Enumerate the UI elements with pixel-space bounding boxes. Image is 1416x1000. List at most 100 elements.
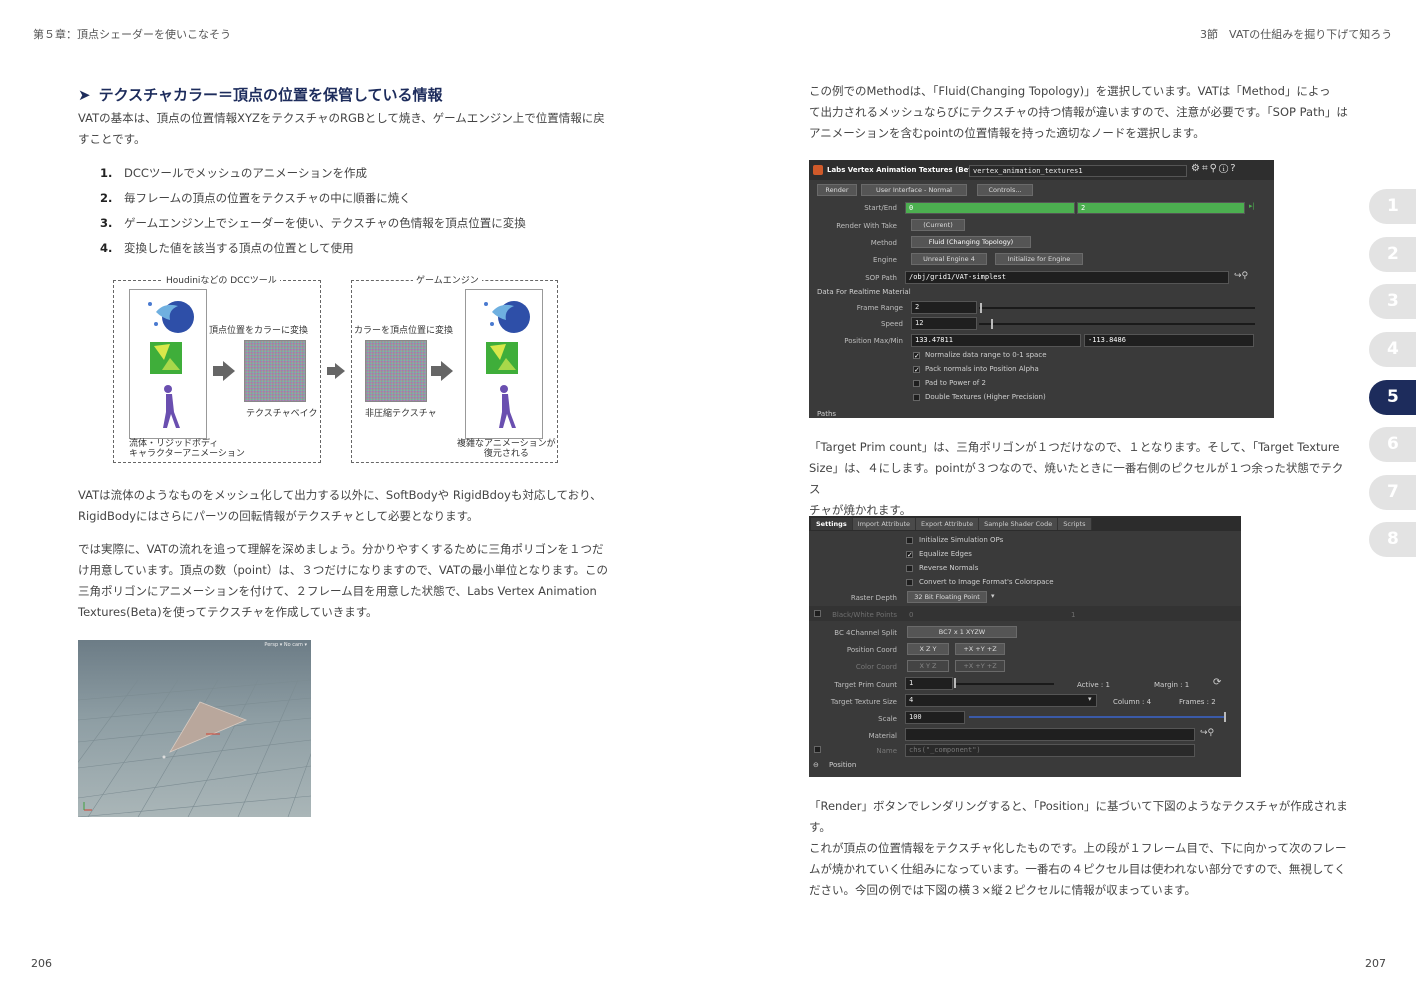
softbody-paragraph: VATは流体のようなものをメッシュ化して出力する以外に、SoftBodyや Ri… bbox=[78, 485, 618, 527]
node-chooser-icon[interactable]: ↪⚲ bbox=[1234, 271, 1248, 281]
chapter-tab-4[interactable]: 4 bbox=[1369, 332, 1416, 367]
frame-range-toggle-icon[interactable]: ▸| bbox=[1249, 202, 1255, 210]
reverse-normals-checkbox[interactable] bbox=[906, 565, 913, 572]
material-label: Material bbox=[868, 732, 897, 740]
heading-arrow-icon: ➤ bbox=[78, 85, 91, 104]
frame-range-slider-handle[interactable] bbox=[980, 303, 982, 313]
speed-field[interactable]: 12 bbox=[911, 317, 977, 330]
material-field[interactable] bbox=[905, 728, 1195, 741]
position-coord-order-dropdown[interactable]: X Z Y bbox=[907, 643, 949, 655]
color-coord-order-dropdown[interactable]: X Y Z bbox=[907, 660, 949, 672]
list-item: 2. 毎フレームの頂点の位置をテクスチャの中に順番に焼く bbox=[100, 185, 526, 210]
normalize-checkbox[interactable]: ✓ bbox=[913, 352, 920, 360]
speed-slider[interactable] bbox=[979, 323, 1255, 325]
render-with-take-label: Render With Take bbox=[836, 222, 897, 230]
ui-mode-dropdown[interactable]: User Interface - Normal bbox=[861, 184, 967, 196]
target-texture-size-field[interactable]: 4 bbox=[905, 694, 1097, 707]
node-name-field[interactable]: vertex_animation_textures1 bbox=[969, 165, 1187, 177]
result-animation-art bbox=[484, 301, 530, 428]
position-section-toggle-icon[interactable]: ⊖ bbox=[813, 761, 819, 769]
chapter-tab-3[interactable]: 3 bbox=[1369, 284, 1416, 319]
initialize-for-engine-button[interactable]: Initialize for Engine bbox=[995, 253, 1083, 265]
list-item: 3. ゲームエンジン上でシェーダーを使い、テクスチャの色情報を頂点位置に変換 bbox=[100, 210, 526, 235]
pack-normals-checkbox-label: Pack normals into Position Alpha bbox=[925, 365, 1039, 373]
column-count-text: Column : 4 bbox=[1113, 698, 1152, 706]
target-prim-slider[interactable] bbox=[954, 683, 1054, 685]
name-field[interactable]: chs("_component") bbox=[905, 744, 1195, 757]
result-caption-line: 復元される bbox=[483, 449, 529, 459]
houdini-viewport-screenshot: Persp ▾ No cam ▾ bbox=[78, 640, 311, 817]
speed-slider-handle[interactable] bbox=[991, 319, 993, 329]
position-max-field[interactable]: 133.47811 bbox=[911, 334, 1081, 347]
paths-section: Paths bbox=[817, 410, 837, 418]
target-prim-count-field[interactable]: 1 bbox=[905, 677, 953, 690]
to-color-label: 頂点位置をカラーに変換 bbox=[209, 326, 309, 336]
sop-path-field[interactable]: /obj/grid1/VAT-simplest bbox=[905, 271, 1229, 284]
section-heading: ➤ テクスチャカラー＝頂点の位置を保管している情報 bbox=[78, 84, 443, 105]
bw-points-value2: 1 bbox=[1071, 611, 1076, 619]
refresh-icon[interactable]: ⟳ bbox=[1213, 677, 1221, 688]
scale-field[interactable]: 100 bbox=[905, 711, 965, 724]
scale-slider-handle[interactable] bbox=[1224, 712, 1226, 722]
render-paragraph: 「Render」ボタンでレンダリングすると、「Position」に基づいて下図の… bbox=[809, 796, 1354, 901]
target-prim-slider-handle[interactable] bbox=[954, 678, 956, 688]
paragraph-line: VATは流体のようなものをメッシュ化して出力する以外に、SoftBodyや Ri… bbox=[78, 488, 602, 502]
paragraph-line: RigidBodyにはさらにパーツの回転情報がテクスチャとして必要となります。 bbox=[78, 509, 479, 523]
result-caption-line: 複雑なアニメーションが bbox=[457, 439, 556, 449]
render-with-take-dropdown[interactable]: (Current) bbox=[911, 219, 965, 231]
pad-power-of-2-checkbox[interactable] bbox=[913, 380, 920, 387]
viewport-camera-label: Persp ▾ No cam ▾ bbox=[264, 642, 307, 648]
target-texture-size-dropdown-icon[interactable]: ▾ bbox=[1088, 695, 1092, 703]
chapter-tab-5[interactable]: 5 bbox=[1369, 380, 1416, 415]
baked-texture-image bbox=[244, 340, 306, 402]
raster-depth-dropdown[interactable]: 32 Bit Floating Point bbox=[907, 591, 987, 603]
section-heading-text: テクスチャカラー＝頂点の位置を保管している情報 bbox=[98, 86, 443, 104]
source-animation-panel bbox=[129, 289, 207, 439]
chapter-tab-2[interactable]: 2 bbox=[1369, 237, 1416, 272]
tab-import-attribute[interactable]: Import Attribute bbox=[852, 518, 917, 530]
step-text: ゲームエンジン上でシェーダーを使い、テクスチャの色情報を頂点位置に変換 bbox=[124, 215, 526, 230]
render-button[interactable]: Render bbox=[817, 184, 857, 196]
frame-range-field[interactable]: 2 bbox=[911, 301, 977, 314]
source-caption-line: 流体・リジッドボディ bbox=[129, 439, 219, 449]
position-coord-sign-dropdown[interactable]: +X +Y +Z bbox=[955, 643, 1005, 655]
chapter-tab-1[interactable]: 1 bbox=[1369, 189, 1416, 224]
chapter-tab-7[interactable]: 7 bbox=[1369, 475, 1416, 510]
paragraph-line: アニメーションを含むpointの位置情報を持った適切なノードを選択します。 bbox=[809, 126, 1205, 140]
bc4-split-dropdown[interactable]: BC7 x 1 XYZW bbox=[907, 626, 1017, 638]
pack-normals-checkbox[interactable]: ✓ bbox=[913, 366, 920, 374]
raster-depth-arrows-icon[interactable]: ▾ bbox=[991, 592, 995, 600]
frame-range-slider[interactable] bbox=[979, 307, 1255, 309]
method-label: Method bbox=[870, 239, 897, 247]
frames-count-text: Frames : 2 bbox=[1179, 698, 1216, 706]
panel-toolbar-icons[interactable]: ⚙⌗⚲ⓘ? bbox=[1191, 163, 1238, 174]
tab-settings[interactable]: Settings bbox=[811, 518, 853, 530]
viewport-grid-art bbox=[78, 679, 311, 817]
engine-dropdown[interactable]: Unreal Engine 4 bbox=[911, 253, 987, 265]
chapter-tab-8[interactable]: 8 bbox=[1369, 522, 1416, 557]
result-animation-panel bbox=[465, 289, 543, 439]
bw-points-label: Black/White Points bbox=[832, 611, 897, 619]
end-frame-field[interactable]: 2 bbox=[1077, 202, 1245, 214]
tab-sample-shader-code[interactable]: Sample Shader Code bbox=[979, 518, 1059, 530]
tab-scripts[interactable]: Scripts bbox=[1058, 518, 1092, 530]
game-engine-box-label: ゲームエンジン bbox=[413, 273, 482, 286]
arrow-right-icon bbox=[431, 361, 453, 381]
initialize-sim-ops-checkbox[interactable] bbox=[906, 537, 913, 544]
double-textures-checkbox[interactable] bbox=[913, 394, 920, 401]
left-running-header: 第５章：頂点シェーダーを使いこなそう bbox=[33, 28, 231, 41]
position-min-field[interactable]: -113.8486 bbox=[1084, 334, 1254, 347]
color-coord-sign-dropdown[interactable]: +X +Y +Z bbox=[955, 660, 1005, 672]
chapter-tab-6[interactable]: 6 bbox=[1369, 427, 1416, 462]
step-number: 1. bbox=[100, 165, 113, 180]
tab-export-attribute[interactable]: Export Attribute bbox=[916, 518, 980, 530]
start-frame-field[interactable]: 0 bbox=[905, 202, 1075, 214]
paragraph-line: て出力されるメッシュならびにテクスチャの持つ情報が違いますので、注意が必要です。… bbox=[809, 105, 1348, 119]
scale-slider[interactable] bbox=[969, 716, 1225, 718]
material-chooser-icon[interactable]: ↪⚲ bbox=[1200, 728, 1214, 738]
paragraph-line: 三角ポリゴンにアニメーションを付けて、２フレーム目を用意した状態で、Labs V… bbox=[78, 584, 597, 598]
equalize-edges-checkbox[interactable]: ✓ bbox=[906, 551, 913, 559]
controls-button[interactable]: Controls... bbox=[977, 184, 1033, 196]
method-dropdown[interactable]: Fluid (Changing Topology) bbox=[911, 236, 1031, 248]
convert-colorspace-checkbox[interactable] bbox=[906, 579, 913, 586]
